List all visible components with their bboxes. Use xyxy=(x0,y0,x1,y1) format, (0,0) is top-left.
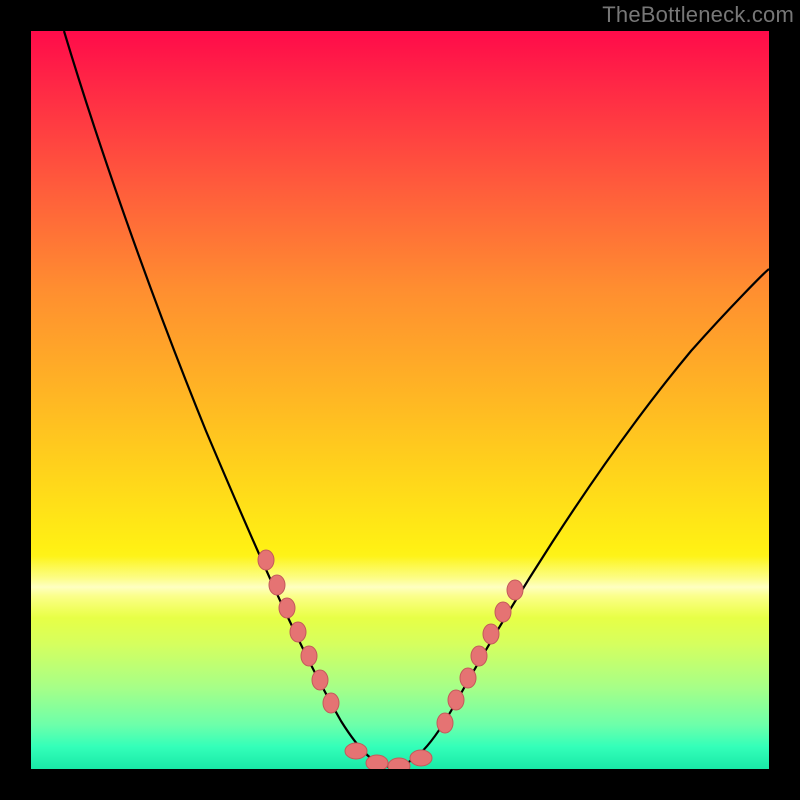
watermark-label: TheBottleneck.com xyxy=(602,2,794,28)
marker-left xyxy=(290,622,306,642)
marker-left xyxy=(269,575,285,595)
chart-frame: TheBottleneck.com xyxy=(0,0,800,800)
curve-svg xyxy=(31,31,769,769)
marker-left xyxy=(312,670,328,690)
plot-area xyxy=(31,31,769,769)
marker-left xyxy=(279,598,295,618)
bottleneck-curve xyxy=(64,31,769,767)
marker-right xyxy=(448,690,464,710)
marker-left xyxy=(301,646,317,666)
marker-left xyxy=(258,550,274,570)
marker-right xyxy=(460,668,476,688)
marker-right xyxy=(437,713,453,733)
marker-bottom xyxy=(410,750,432,766)
marker-right xyxy=(483,624,499,644)
marker-bottom xyxy=(345,743,367,759)
marker-right xyxy=(507,580,523,600)
marker-left xyxy=(323,693,339,713)
marker-bottom xyxy=(388,758,410,769)
marker-right xyxy=(471,646,487,666)
marker-right xyxy=(495,602,511,622)
marker-bottom xyxy=(366,755,388,769)
